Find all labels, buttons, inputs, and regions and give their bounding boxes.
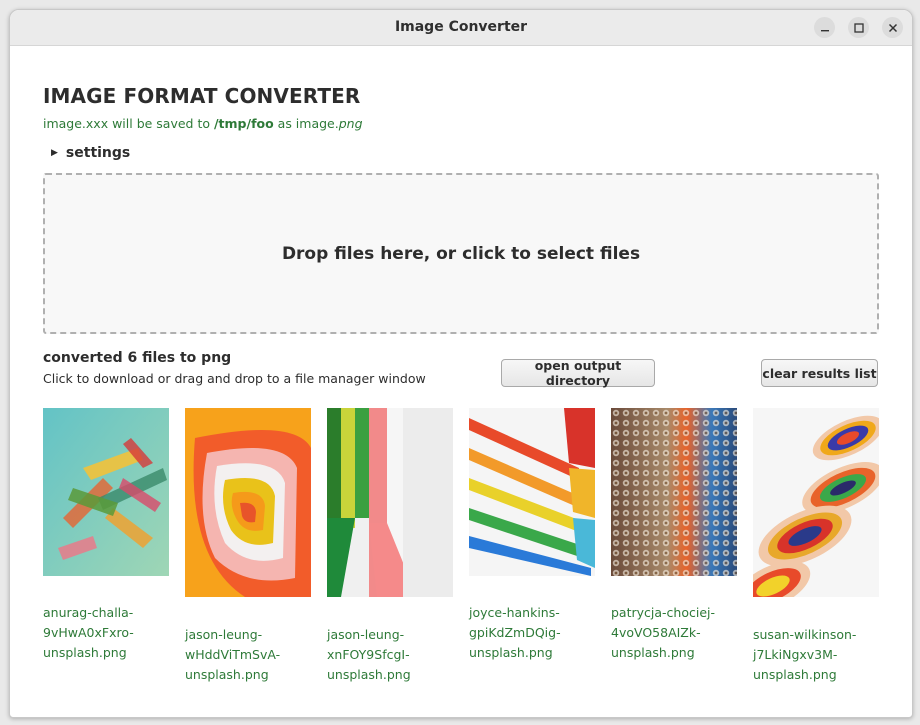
filename-line: xnFOY9SfcgI- [327,647,410,662]
title-bar[interactable]: Image Converter [10,10,912,46]
result-thumbnail[interactable] [43,408,169,576]
filename-line: joyce-hankins- [469,605,560,620]
result-filename-link[interactable]: susan-wilkinson- j7LkiNgxv3M- unsplash.p… [753,625,879,685]
save-info: image.xxx will be saved to /tmp/foo as i… [43,116,363,131]
filename-line: anurag-challa- [43,605,134,620]
dropzone-text: Drop files here, or click to select file… [281,243,641,264]
filename-line: 9vHwA0xFxro- [43,625,134,640]
filename-line: unsplash.png [43,645,127,660]
save-info-middle: as image. [273,116,339,131]
maximize-icon [853,22,864,33]
filename-line: unsplash.png [611,645,695,660]
result-thumbnail[interactable] [327,408,453,597]
main-content: IMAGE FORMAT CONVERTER image.xxx will be… [10,46,912,717]
filename-line: unsplash.png [185,667,269,682]
disclosure-triangle-icon: ▶ [51,148,58,158]
page-title: IMAGE FORMAT CONVERTER [43,84,361,108]
result-image [43,408,169,576]
filename-line: gpiKdZmDQig- [469,625,561,640]
result-filename-link[interactable]: anurag-challa- 9vHwA0xFxro- unsplash.png [43,603,169,663]
filename-line: unsplash.png [469,645,553,660]
result-filename-link[interactable]: jason-leung- wHddViTmSvA- unsplash.png [185,625,311,685]
results-title: converted 6 files to png [43,350,232,366]
filename-line: j7LkiNgxv3M- [753,647,838,662]
filename-line: patrycja-chociej- [611,605,716,620]
save-info-extension: png [338,116,363,131]
result-image [469,408,595,576]
close-icon [888,23,897,32]
result-thumbnail[interactable] [611,408,737,576]
result-thumbnail[interactable] [753,408,879,597]
result-image [611,408,737,576]
filename-line: jason-leung- [185,627,263,642]
filename-line: susan-wilkinson- [753,627,857,642]
close-button[interactable] [882,17,903,38]
open-output-directory-button[interactable]: open output directory [501,358,655,388]
maximize-button[interactable] [848,17,869,38]
result-image [327,408,453,597]
filename-line: jason-leung- [327,627,405,642]
save-info-directory: /tmp/foo [213,116,274,131]
minimize-icon [820,29,829,31]
result-filename-link[interactable]: joyce-hankins- gpiKdZmDQig- unsplash.png [469,603,595,663]
result-image [753,408,879,597]
settings-label: settings [65,145,131,161]
results-subtitle: Click to download or drag and drop to a … [43,371,426,386]
app-window: Image Converter IMAGE FORMAT CONVERTER i… [9,9,913,718]
filename-line: unsplash.png [327,667,411,682]
result-thumbnail[interactable] [185,408,311,597]
minimize-button[interactable] [814,17,835,38]
result-filename-link[interactable]: jason-leung- xnFOY9SfcgI- unsplash.png [327,625,453,685]
filename-line: 4voVO58AIZk- [611,625,701,640]
result-thumbnail[interactable] [469,408,595,576]
save-info-prefix: image.xxx will be saved to [43,116,214,131]
file-dropzone[interactable]: Drop files here, or click to select file… [43,173,879,334]
clear-results-button[interactable]: clear results list [761,359,878,387]
window-title: Image Converter [394,19,528,35]
result-image [185,408,311,597]
result-filename-link[interactable]: patrycja-chociej- 4voVO58AIZk- unsplash.… [611,603,737,663]
filename-line: wHddViTmSvA- [185,647,281,662]
settings-toggle[interactable]: ▶ settings [51,145,130,161]
filename-line: unsplash.png [753,667,837,682]
